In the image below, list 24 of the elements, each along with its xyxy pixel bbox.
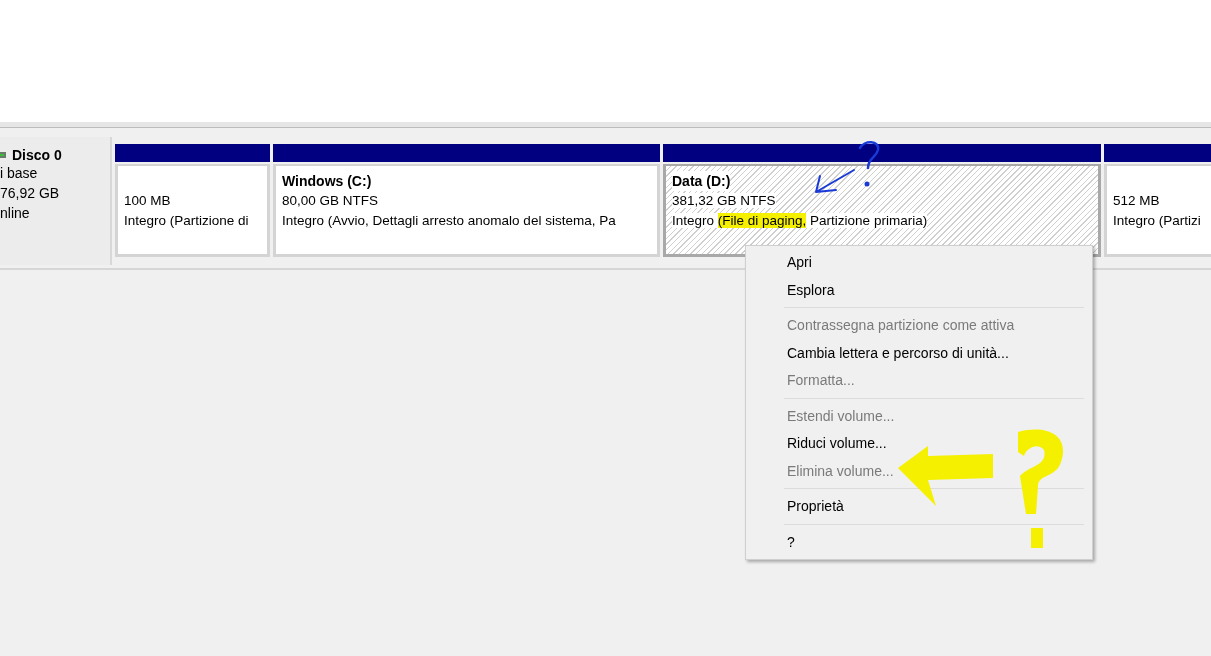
question-mark-annotation bbox=[858, 141, 880, 187]
partition-title: Data (D:) bbox=[672, 171, 731, 191]
menu-item[interactable]: Esplora bbox=[746, 276, 1092, 304]
partition-status: Integro (Partizi bbox=[1113, 213, 1201, 228]
partition-status: Integro (File di paging, Partizione primaria) bbox=[672, 213, 928, 228]
disk-info: i base bbox=[0, 164, 39, 183]
partition-size: 80,00 GB NTFS bbox=[282, 193, 379, 208]
partition-size: 100 MB bbox=[124, 193, 171, 208]
disk-info: nline bbox=[0, 204, 31, 223]
partition-block[interactable]: 512 MB Integro (Partizi bbox=[1104, 164, 1211, 257]
menu-item[interactable]: Riduci volume... bbox=[746, 430, 1092, 458]
menu-item[interactable]: Cambia lettera e percorso di unità... bbox=[746, 339, 1092, 367]
arrow-annotation bbox=[815, 169, 855, 193]
partition-size: 381,32 GB NTFS bbox=[672, 193, 776, 208]
disk-name: Disco 0 bbox=[12, 147, 62, 163]
partition-status: Integro (Avvio, Dettagli arresto anomalo del sistema, Pa bbox=[282, 213, 616, 228]
partition-block[interactable]: 100 MB Integro (Partizione di bbox=[115, 164, 270, 257]
menu-item[interactable]: Proprietà bbox=[746, 493, 1092, 521]
disk-icon bbox=[0, 152, 6, 158]
disk-info: 76,92 GB bbox=[0, 184, 61, 203]
partition-status: Integro (Partizione di bbox=[124, 213, 249, 228]
menu-item[interactable]: ? bbox=[746, 528, 1092, 556]
partition-size: 512 MB bbox=[1113, 193, 1160, 208]
partition-block[interactable]: Windows (C:) 80,00 GB NTFS Integro (Avvio, Dettagli arresto anomalo del sistema, Pa bbox=[273, 164, 660, 257]
